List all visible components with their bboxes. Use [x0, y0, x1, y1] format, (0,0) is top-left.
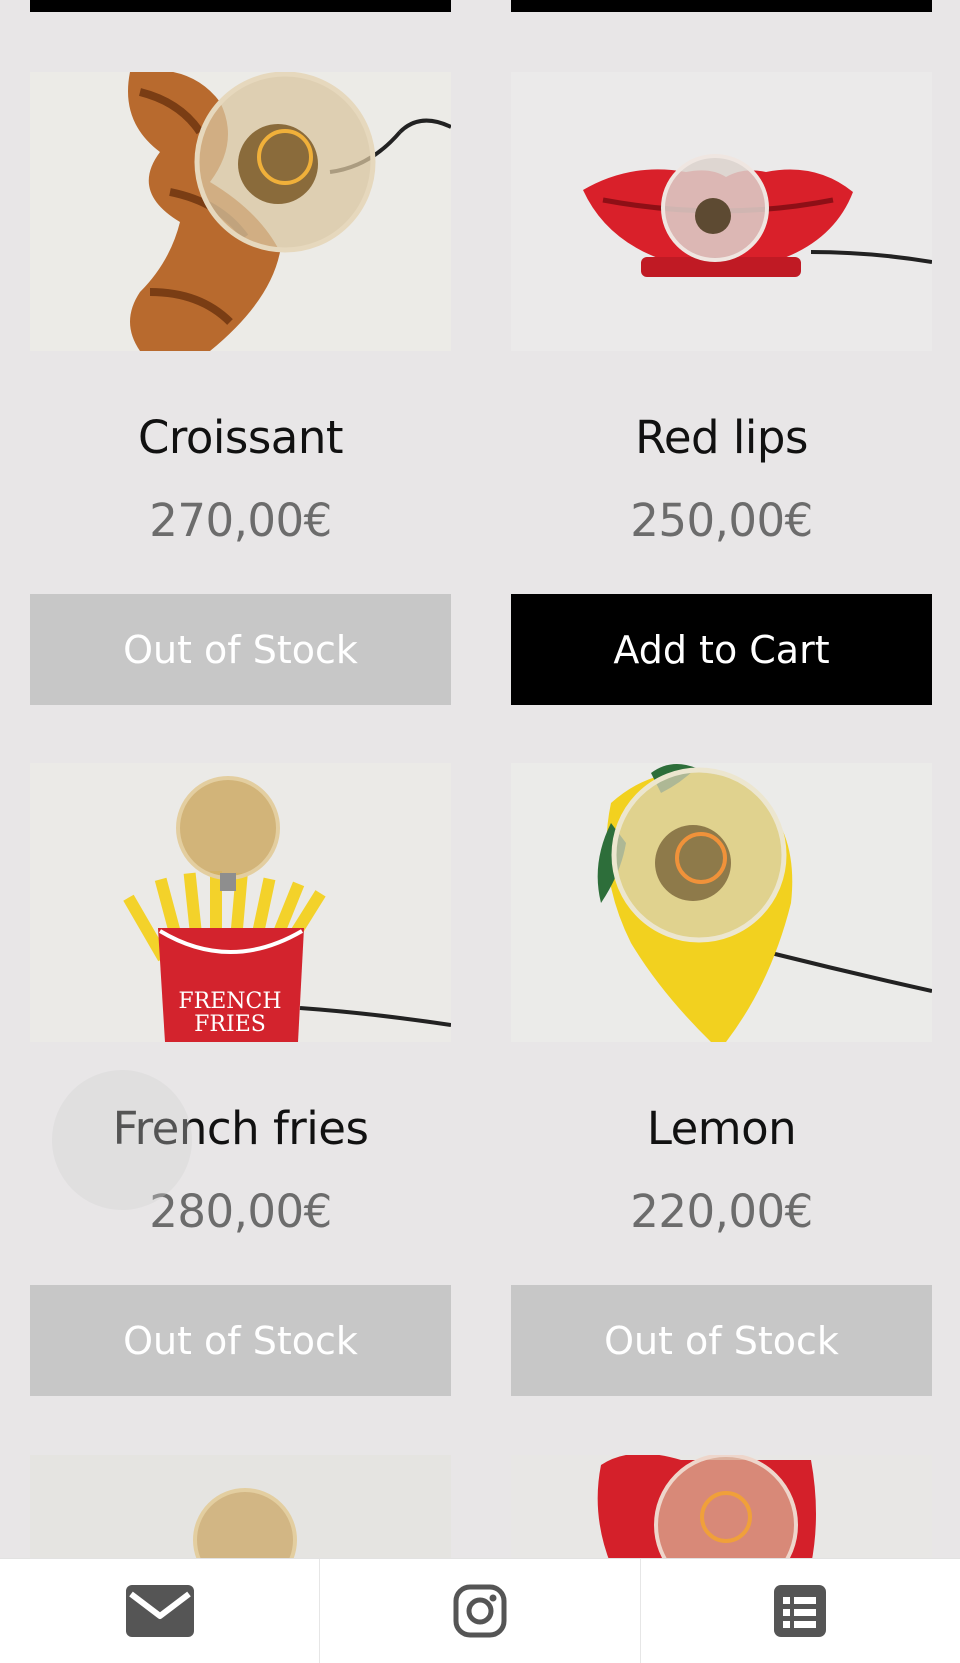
- previous-product-button[interactable]: [30, 0, 451, 12]
- product-image-croissant[interactable]: [30, 72, 451, 351]
- product-image-red-lips[interactable]: [511, 72, 932, 351]
- product-image-french-fries[interactable]: FRENCH FRIES: [30, 763, 451, 1042]
- product-card-croissant: Croissant 270,00€ Out of Stock: [30, 72, 451, 705]
- instagram-icon: [453, 1584, 507, 1638]
- out-of-stock-button[interactable]: Out of Stock: [30, 594, 451, 705]
- product-price: 220,00€: [630, 1185, 813, 1238]
- product-card-next-right: [511, 1455, 932, 1565]
- floating-button[interactable]: [52, 1070, 192, 1210]
- product-card-red-lips: Red lips 250,00€ Add to Cart: [511, 72, 932, 705]
- add-to-cart-button[interactable]: Add to Cart: [511, 594, 932, 705]
- mail-button[interactable]: [0, 1559, 319, 1663]
- menu-button[interactable]: [639, 1559, 960, 1663]
- product-image-next-right[interactable]: [511, 1455, 932, 1565]
- french-fries-logo: FRENCH: [178, 989, 281, 1014]
- mail-icon: [125, 1585, 194, 1637]
- bottom-nav: [0, 1558, 960, 1663]
- product-price: 250,00€: [630, 494, 813, 547]
- out-of-stock-button[interactable]: Out of Stock: [511, 1285, 932, 1396]
- product-card-french-fries: FRENCH FRIES French fries 280,00€ Out of…: [30, 763, 451, 1396]
- menu-list-icon: [774, 1585, 827, 1637]
- product-image-lemon[interactable]: [511, 763, 932, 1042]
- previous-product-button[interactable]: [511, 0, 932, 12]
- product-image-next-left[interactable]: [30, 1455, 451, 1565]
- product-name[interactable]: Lemon: [511, 1102, 932, 1155]
- product-card-next-left: [30, 1455, 451, 1565]
- out-of-stock-button[interactable]: Out of Stock: [30, 1285, 451, 1396]
- product-price: 270,00€: [149, 494, 332, 547]
- svg-text:FRIES: FRIES: [194, 1012, 266, 1037]
- product-name[interactable]: Red lips: [511, 411, 932, 464]
- product-card-lemon: Lemon 220,00€ Out of Stock: [511, 763, 932, 1396]
- instagram-button[interactable]: [319, 1559, 639, 1663]
- product-name[interactable]: Croissant: [30, 411, 451, 464]
